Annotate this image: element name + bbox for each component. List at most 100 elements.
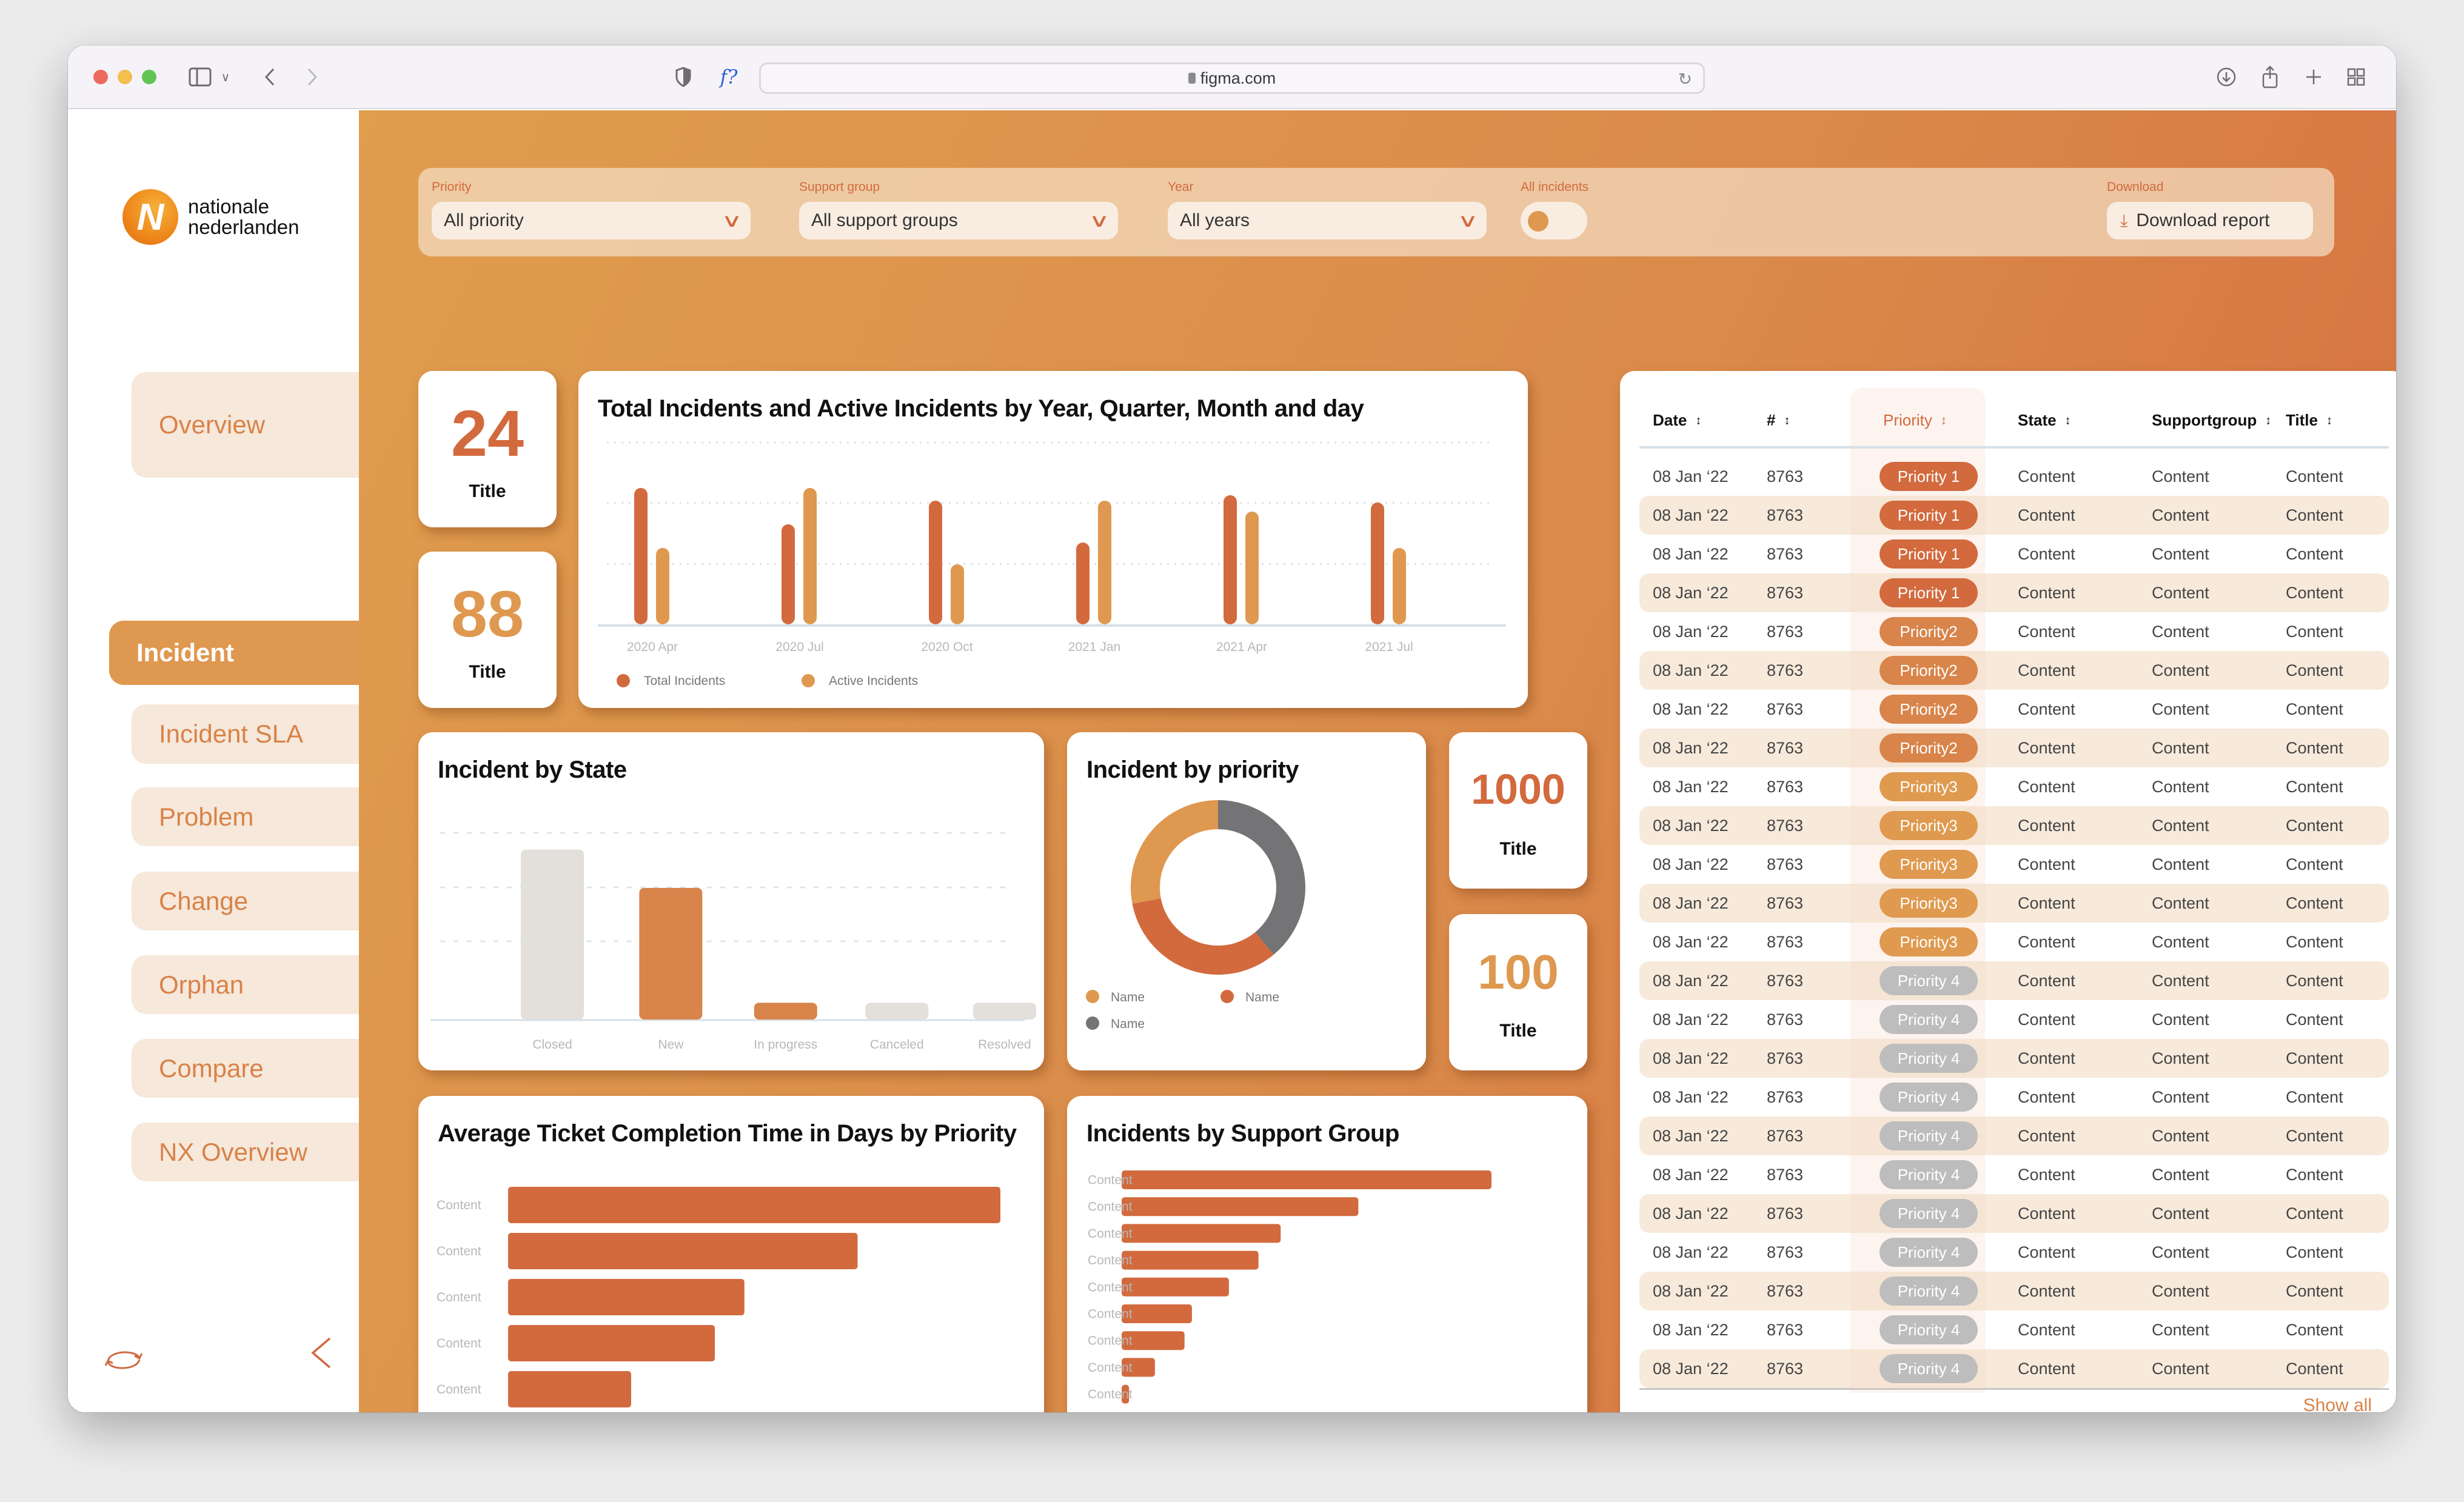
column-header-number[interactable]: # ↕: [1767, 411, 1790, 430]
bar[interactable]: [508, 1371, 631, 1407]
bar-total[interactable]: [1371, 502, 1384, 624]
bar[interactable]: [1122, 1250, 1259, 1270]
table-row[interactable]: 08 Jan ‘22 8763 Priority 1 Content Content Co…: [1639, 496, 2389, 535]
sidebar-item-orphan[interactable]: Orphan: [132, 955, 359, 1014]
table-row[interactable]: 08 Jan ‘22 8763 Priority2 Content Content Con…: [1639, 690, 2389, 729]
share-icon[interactable]: [2258, 64, 2282, 90]
download-report-button[interactable]: ⤓ Download report: [2107, 202, 2313, 239]
sidebar-toggle-icon[interactable]: [187, 64, 213, 90]
sort-icon[interactable]: ↕: [1941, 415, 1947, 427]
collapse-sidebar-icon[interactable]: [310, 1336, 332, 1378]
bar-active[interactable]: [1245, 512, 1259, 624]
table-row[interactable]: 08 Jan ‘22 8763 Priority3 Content Content Con…: [1639, 845, 2389, 884]
bar-canceled[interactable]: [865, 1003, 929, 1020]
y-tick-label: Content: [437, 1244, 481, 1258]
sidebar-item-change[interactable]: Change: [132, 872, 359, 930]
sort-icon[interactable]: ↕: [1695, 415, 1701, 427]
bar-total[interactable]: [929, 501, 942, 624]
sort-icon[interactable]: ↕: [1784, 415, 1790, 427]
bar-resolved[interactable]: [973, 1003, 1036, 1020]
bar-total[interactable]: [782, 524, 795, 624]
column-header-supportgroup[interactable]: Supportgroup ↕: [2152, 411, 2271, 430]
table-row[interactable]: 08 Jan ‘22 8763 Priority2 Content Content Con…: [1639, 651, 2389, 690]
priority-badge: Priority3: [1880, 850, 1978, 879]
bar-total[interactable]: [1076, 542, 1090, 624]
table-row[interactable]: 08 Jan ‘22 8763 Priority2 Content Content Con…: [1639, 729, 2389, 767]
address-bar[interactable]: figma.com ↻: [759, 62, 1705, 94]
table-row[interactable]: 08 Jan ‘22 8763 Priority3 Content Content Con…: [1639, 767, 2389, 806]
sort-icon[interactable]: ↕: [2265, 415, 2271, 427]
sort-icon[interactable]: ↕: [2326, 415, 2332, 427]
table-row[interactable]: 08 Jan ‘22 8763 Priority3 Content Content Con…: [1639, 923, 2389, 961]
table-row[interactable]: 08 Jan ‘22 8763 Priority 1 Content Content Co…: [1639, 535, 2389, 573]
donut-slice[interactable]: [1131, 800, 1218, 904]
table-row[interactable]: 08 Jan ‘22 8763 Priority 4 Content Content Co…: [1639, 1272, 2389, 1310]
close-window-button[interactable]: [93, 70, 108, 84]
maximize-window-button[interactable]: [142, 70, 156, 84]
sidebar-item-incident[interactable]: Incident: [109, 621, 359, 685]
new-tab-icon[interactable]: [2302, 64, 2326, 90]
bar-total[interactable]: [634, 488, 648, 624]
table-row[interactable]: 08 Jan ‘22 8763 Priority 4 Content Content Co…: [1639, 961, 2389, 1000]
table-row[interactable]: 08 Jan ‘22 8763 Priority 4 Content Content Co…: [1639, 1310, 2389, 1349]
table-row[interactable]: 08 Jan ‘22 8763 Priority 1 Content Content Co…: [1639, 457, 2389, 496]
bar-active[interactable]: [656, 548, 669, 624]
table-row[interactable]: 08 Jan ‘22 8763 Priority 4 Content Content Co…: [1639, 1116, 2389, 1155]
reload-icon[interactable]: ↻: [1678, 69, 1692, 89]
bar[interactable]: [508, 1233, 858, 1269]
show-all-link[interactable]: Show all: [2303, 1395, 2372, 1412]
tab-overview-icon[interactable]: [2344, 64, 2368, 90]
table-row[interactable]: 08 Jan ‘22 8763 Priority 4 Content Content Co…: [1639, 1078, 2389, 1116]
table-row[interactable]: 08 Jan ‘22 8763 Priority 4 Content Content Co…: [1639, 1194, 2389, 1233]
sort-icon[interactable]: ↕: [2065, 415, 2071, 427]
column-header-title[interactable]: Title ↕: [2286, 411, 2332, 430]
support-group-select[interactable]: All support groups ∨: [799, 202, 1118, 239]
sidebar-item-incident-sla[interactable]: Incident SLA: [132, 704, 359, 764]
brand-logo[interactable]: N nationale nederlanden: [122, 189, 300, 245]
back-icon[interactable]: [261, 64, 279, 90]
bar[interactable]: [1122, 1277, 1229, 1297]
column-header-date[interactable]: Date ↕: [1653, 411, 1701, 430]
sidebar-item-nx-overview[interactable]: NX Overview: [132, 1123, 359, 1181]
bar-active[interactable]: [1393, 548, 1406, 624]
year-select[interactable]: All years ∨: [1168, 202, 1487, 239]
bar-closed[interactable]: [521, 849, 584, 1020]
bar-new[interactable]: [639, 887, 703, 1020]
sidebar-item-problem[interactable]: Problem: [132, 787, 359, 846]
minimize-window-button[interactable]: [118, 70, 132, 84]
table-row[interactable]: 08 Jan ‘22 8763 Priority3 Content Content Con…: [1639, 806, 2389, 845]
table-row[interactable]: 08 Jan ‘22 8763 Priority 4 Content Content Co…: [1639, 1233, 2389, 1272]
column-header-state[interactable]: State ↕: [2018, 411, 2071, 430]
table-row[interactable]: 08 Jan ‘22 8763 Priority3 Content Content Con…: [1639, 884, 2389, 923]
bar[interactable]: [1122, 1224, 1281, 1243]
table-row[interactable]: 08 Jan ‘22 8763 Priority 4 Content Content Co…: [1639, 1039, 2389, 1078]
bar-total[interactable]: [1224, 495, 1237, 624]
chevron-down-icon[interactable]: ∨: [218, 64, 233, 90]
table-row[interactable]: 08 Jan ‘22 8763 Priority 4 Content Content Co…: [1639, 1349, 2389, 1388]
column-header-priority[interactable]: Priority ↕: [1883, 411, 1947, 430]
priority-select[interactable]: All priority ∨: [432, 202, 751, 239]
table-row[interactable]: 08 Jan ‘22 8763 Priority 4 Content Content Co…: [1639, 1155, 2389, 1194]
donut-slice[interactable]: [1218, 800, 1305, 955]
bar-active[interactable]: [1098, 501, 1111, 624]
download-icon[interactable]: [2214, 64, 2238, 90]
bar[interactable]: [1122, 1197, 1359, 1217]
bar[interactable]: [1122, 1170, 1491, 1189]
sidebar-item-compare[interactable]: Compare: [132, 1039, 359, 1098]
donut-slice[interactable]: [1132, 898, 1274, 975]
sidebar-item-overview[interactable]: Overview: [132, 372, 359, 478]
forward-icon[interactable]: [303, 64, 321, 90]
bar[interactable]: [508, 1279, 745, 1315]
table-row[interactable]: 08 Jan ‘22 8763 Priority 4 Content Content Co…: [1639, 1000, 2389, 1039]
bar[interactable]: [508, 1187, 1000, 1223]
refresh-icon[interactable]: [102, 1341, 146, 1383]
extension-icon[interactable]: f?: [715, 64, 742, 90]
bar-active[interactable]: [951, 564, 964, 624]
table-row[interactable]: 08 Jan ‘22 8763 Priority2 Content Content Con…: [1639, 612, 2389, 651]
table-row[interactable]: 08 Jan ‘22 8763 Priority 1 Content Content Co…: [1639, 573, 2389, 612]
all-incidents-toggle[interactable]: [1521, 202, 1587, 239]
shield-icon[interactable]: [674, 64, 692, 90]
bar-active[interactable]: [803, 488, 817, 624]
bar-in-progress[interactable]: [754, 1003, 817, 1020]
bar[interactable]: [508, 1325, 715, 1361]
